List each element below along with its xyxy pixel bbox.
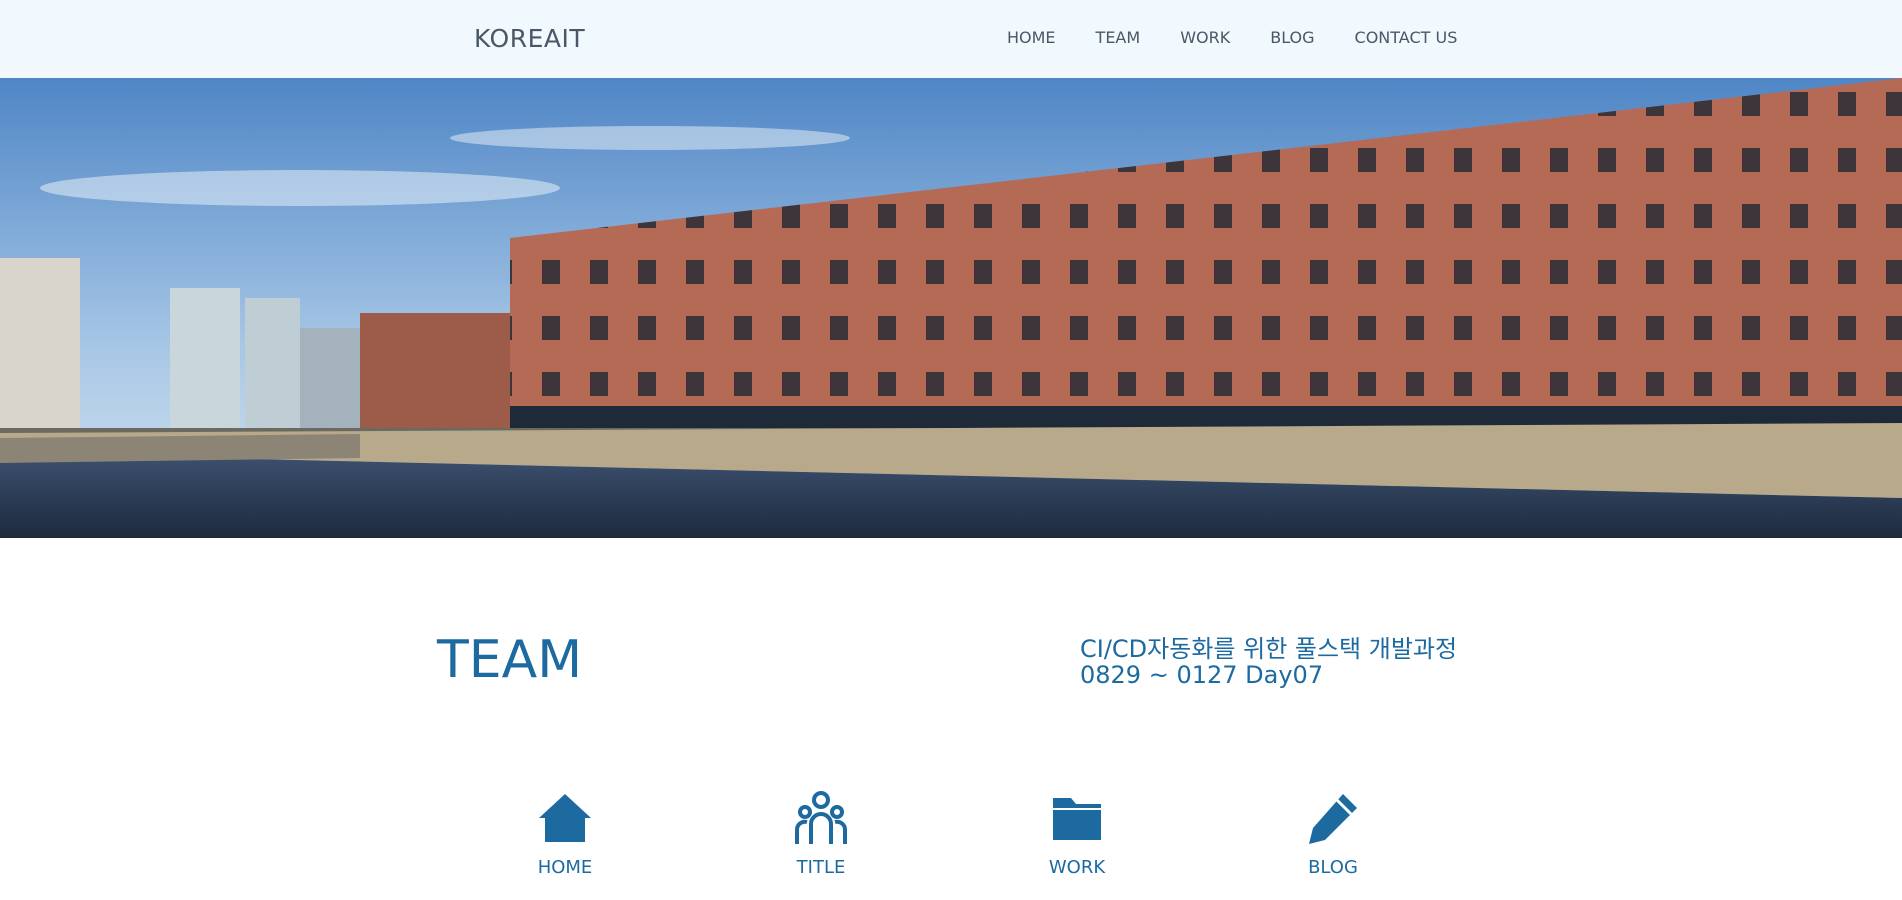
feature-label: WORK bbox=[1048, 857, 1106, 878]
nav-contact-us[interactable]: CONTACT US bbox=[1355, 28, 1458, 47]
nav-home[interactable]: HOME bbox=[1007, 28, 1056, 47]
course-title: CI/CD자동화를 위한 풀스택 개발과정 bbox=[1080, 635, 1458, 663]
home-icon bbox=[539, 794, 591, 842]
main-nav: HOME TEAM WORK BLOG CONTACT US bbox=[1007, 28, 1497, 47]
section-title: TEAM bbox=[437, 630, 583, 690]
feature-blog[interactable]: BLOG bbox=[1223, 790, 1443, 889]
folder-icon bbox=[1053, 798, 1101, 840]
nav-work[interactable]: WORK bbox=[1180, 28, 1230, 47]
feature-label: TITLE bbox=[796, 857, 846, 878]
feature-work[interactable]: WORK bbox=[967, 790, 1187, 889]
feature-label: HOME bbox=[537, 857, 593, 878]
nav-team[interactable]: TEAM bbox=[1096, 28, 1141, 47]
pencil-icon bbox=[1309, 794, 1357, 844]
feature-home[interactable]: HOME bbox=[455, 790, 675, 889]
feature-title[interactable]: TITLE bbox=[711, 790, 931, 889]
course-dates: 0829 ~ 0127 Day07 bbox=[1080, 661, 1324, 689]
hero-image bbox=[0, 78, 1902, 538]
feature-label: BLOG bbox=[1308, 857, 1358, 878]
nav-blog[interactable]: BLOG bbox=[1270, 28, 1314, 47]
site-header: KOREAIT HOME TEAM WORK BLOG CONTACT US bbox=[0, 0, 1902, 78]
people-icon bbox=[795, 791, 847, 844]
course-info: CI/CD자동화를 위한 풀스택 개발과정 0829 ~ 0127 Day07 bbox=[1080, 636, 1457, 688]
site-logo[interactable]: KOREAIT bbox=[474, 24, 585, 53]
